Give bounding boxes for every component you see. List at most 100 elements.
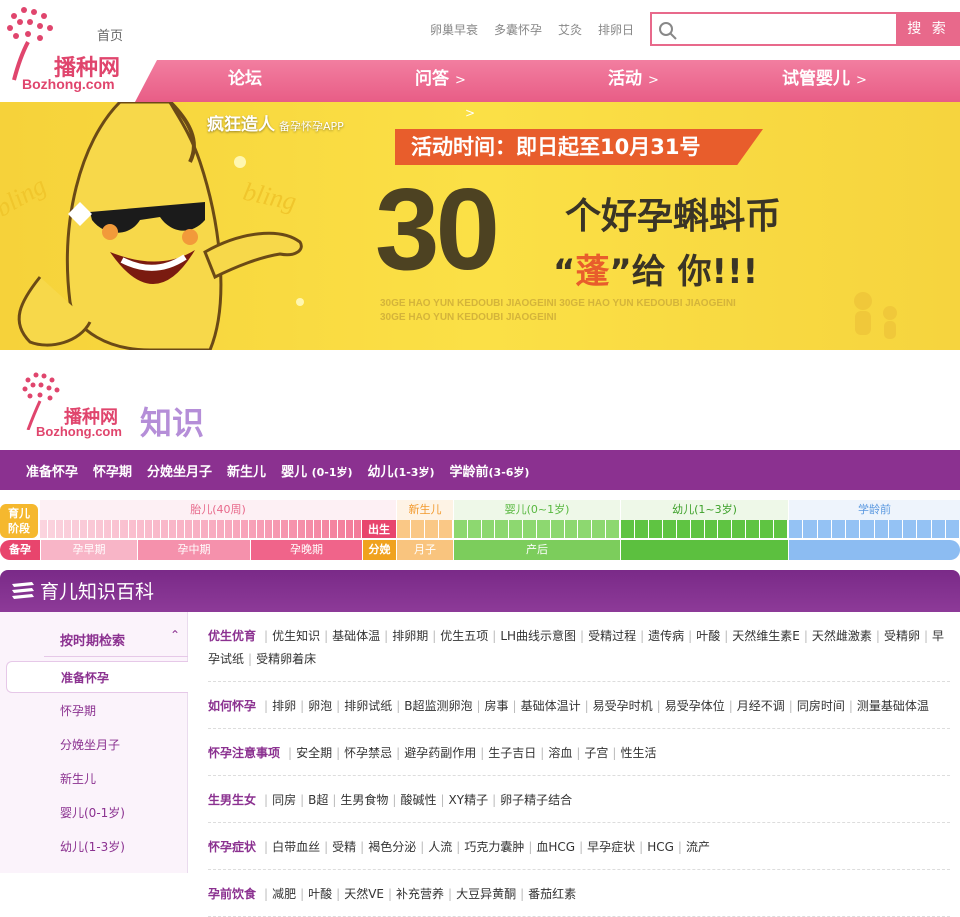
knowledge-link[interactable]: 人流 [428, 840, 452, 854]
category-item[interactable]: 幼儿(1-3岁) [368, 461, 435, 480]
nav-ivf[interactable]: 试管婴儿 > [782, 60, 867, 102]
promo-banner[interactable]: bling bling 疯狂造人 备孕怀孕APP > 活动时间：即日起至10月31… [0, 102, 960, 350]
stage-fetus[interactable]: 胎儿(40周) [40, 500, 396, 520]
stage-infant[interactable]: 婴儿(0~1岁) [454, 500, 620, 520]
knowledge-link[interactable]: 基础体温计 [521, 699, 581, 713]
toplink-1[interactable]: 卵巢早衰 [430, 21, 478, 38]
nav-forum[interactable]: 论坛 [228, 60, 262, 102]
knowledge-link[interactable]: 排卵 [272, 699, 296, 713]
knowledge-link[interactable]: 测量基础体温 [857, 699, 929, 713]
sidebar-item-infant[interactable]: 婴儿(0-1岁) [6, 797, 188, 829]
knowledge-link[interactable]: 番茄红素 [528, 887, 576, 901]
knowledge-link[interactable]: 房事 [485, 699, 509, 713]
phase-late[interactable]: 孕晚期 [251, 540, 362, 560]
sidebar-item-pregnancy[interactable]: 怀孕期 [6, 695, 188, 727]
knowledge-link[interactable]: 大豆异黄酮 [456, 887, 516, 901]
phase-preschool-bar[interactable] [789, 540, 960, 560]
stage-preschool[interactable]: 学龄前 [789, 500, 960, 520]
knowledge-logo[interactable]: 播种网 Bozhong.com [16, 368, 128, 440]
phase-preconception[interactable]: 备孕 [0, 540, 40, 560]
category-item[interactable]: 婴儿 (0-1岁) [281, 461, 352, 480]
knowledge-link[interactable]: 减肥 [272, 887, 296, 901]
knowledge-link[interactable]: 同房时间 [797, 699, 845, 713]
knowledge-link[interactable]: HCG [647, 840, 674, 854]
toplink-3[interactable]: 艾灸 [558, 21, 582, 38]
newborn-ticks[interactable] [397, 520, 453, 538]
search-button[interactable]: 搜 索 [896, 12, 960, 46]
search-input[interactable] [684, 18, 894, 42]
toplink-4[interactable]: 排卵日 [598, 21, 634, 38]
phase-postpartum[interactable]: 产后 [454, 540, 620, 560]
category-item[interactable]: 怀孕期 [93, 461, 132, 480]
knowledge-link[interactable]: 生男食物 [340, 793, 388, 807]
knowledge-link[interactable]: 受精卵 [884, 629, 920, 643]
knowledge-link[interactable]: 安全期 [296, 746, 332, 760]
phase-delivery[interactable]: 分娩 [363, 540, 396, 560]
knowledge-link[interactable]: LH曲线示意图 [500, 629, 576, 643]
section-title[interactable]: 怀孕注意事项 [208, 746, 280, 760]
sidebar-item-prepare[interactable]: 准备怀孕 [6, 661, 188, 693]
knowledge-link[interactable]: 天然维生素E [732, 629, 800, 643]
knowledge-link[interactable]: 受精卵着床 [256, 652, 316, 666]
phase-toddler-bar[interactable] [621, 540, 788, 560]
chevron-up-icon[interactable]: ⌃ [170, 628, 180, 642]
stage-newborn[interactable]: 新生儿 [397, 500, 453, 520]
knowledge-link[interactable]: 优生知识 [272, 629, 320, 643]
knowledge-link[interactable]: 褐色分泌 [368, 840, 416, 854]
knowledge-link[interactable]: 溶血 [548, 746, 572, 760]
knowledge-link[interactable]: 巧克力囊肿 [464, 840, 524, 854]
phase-confinement[interactable]: 月子 [397, 540, 453, 560]
toplink-2[interactable]: 多囊怀孕 [494, 21, 542, 38]
knowledge-link[interactable]: 受精 [332, 840, 356, 854]
knowledge-link[interactable]: 避孕药副作用 [404, 746, 476, 760]
category-item[interactable]: 分娩坐月子 [147, 461, 212, 480]
knowledge-link[interactable]: 排卵期 [392, 629, 428, 643]
section-title[interactable]: 如何怀孕 [208, 699, 256, 713]
knowledge-link[interactable]: 卵子精子结合 [500, 793, 572, 807]
knowledge-link[interactable]: 生子吉日 [488, 746, 536, 760]
knowledge-link[interactable]: 子宫 [584, 746, 608, 760]
category-item[interactable]: 学龄前(3-6岁) [450, 461, 530, 480]
category-item[interactable]: 新生儿 [227, 461, 266, 480]
infant-ticks[interactable] [454, 520, 620, 538]
nav-qa[interactable]: 问答 > [415, 60, 466, 102]
knowledge-link[interactable]: 优生五项 [440, 629, 488, 643]
knowledge-link[interactable]: 排卵试纸 [344, 699, 392, 713]
knowledge-link[interactable]: 怀孕禁忌 [344, 746, 392, 760]
knowledge-link[interactable]: 遗传病 [648, 629, 684, 643]
knowledge-link[interactable]: XY精子 [449, 793, 489, 807]
section-title[interactable]: 优生优育 [208, 629, 256, 643]
week-ticks[interactable] [40, 520, 362, 538]
knowledge-link[interactable]: 受精过程 [588, 629, 636, 643]
knowledge-link[interactable]: 血HCG [536, 840, 575, 854]
knowledge-link[interactable]: 易受孕体位 [665, 699, 725, 713]
sidebar-heading[interactable]: 按时期检索 [60, 630, 125, 649]
section-title[interactable]: 怀孕症状 [208, 840, 256, 854]
category-item[interactable]: 准备怀孕 [26, 461, 78, 480]
knowledge-link[interactable]: B超 [308, 793, 328, 807]
knowledge-link[interactable]: B超监测卵泡 [404, 699, 472, 713]
knowledge-link[interactable]: 卵泡 [308, 699, 332, 713]
knowledge-link[interactable]: 同房 [272, 793, 296, 807]
knowledge-link[interactable]: 酸碱性 [400, 793, 436, 807]
knowledge-link[interactable]: 天然雌激素 [812, 629, 872, 643]
sidebar-item-newborn[interactable]: 新生儿 [6, 763, 188, 795]
phase-early[interactable]: 孕早期 [41, 540, 137, 560]
knowledge-link[interactable]: 叶酸 [308, 887, 332, 901]
home-link[interactable]: 首页 [97, 25, 123, 44]
preschool-ticks[interactable] [789, 520, 960, 538]
sidebar-item-toddler[interactable]: 幼儿(1-3岁) [6, 831, 188, 863]
knowledge-link[interactable]: 易受孕时机 [593, 699, 653, 713]
birth-marker[interactable]: 出生 [362, 520, 396, 538]
toddler-ticks[interactable] [621, 520, 789, 538]
nav-activity[interactable]: 活动 > [608, 60, 659, 102]
knowledge-link[interactable]: 叶酸 [696, 629, 720, 643]
stage-toddler[interactable]: 幼儿(1~3岁) [621, 500, 788, 520]
section-title[interactable]: 孕前饮食 [208, 887, 256, 901]
site-logo[interactable]: 播种网 Bozhong.com [0, 2, 135, 100]
knowledge-link[interactable]: 基础体温 [332, 629, 380, 643]
knowledge-link[interactable]: 补充营养 [396, 887, 444, 901]
knowledge-link[interactable]: 流产 [686, 840, 710, 854]
sidebar-item-delivery[interactable]: 分娩坐月子 [6, 729, 188, 761]
knowledge-link[interactable]: 月经不调 [737, 699, 785, 713]
